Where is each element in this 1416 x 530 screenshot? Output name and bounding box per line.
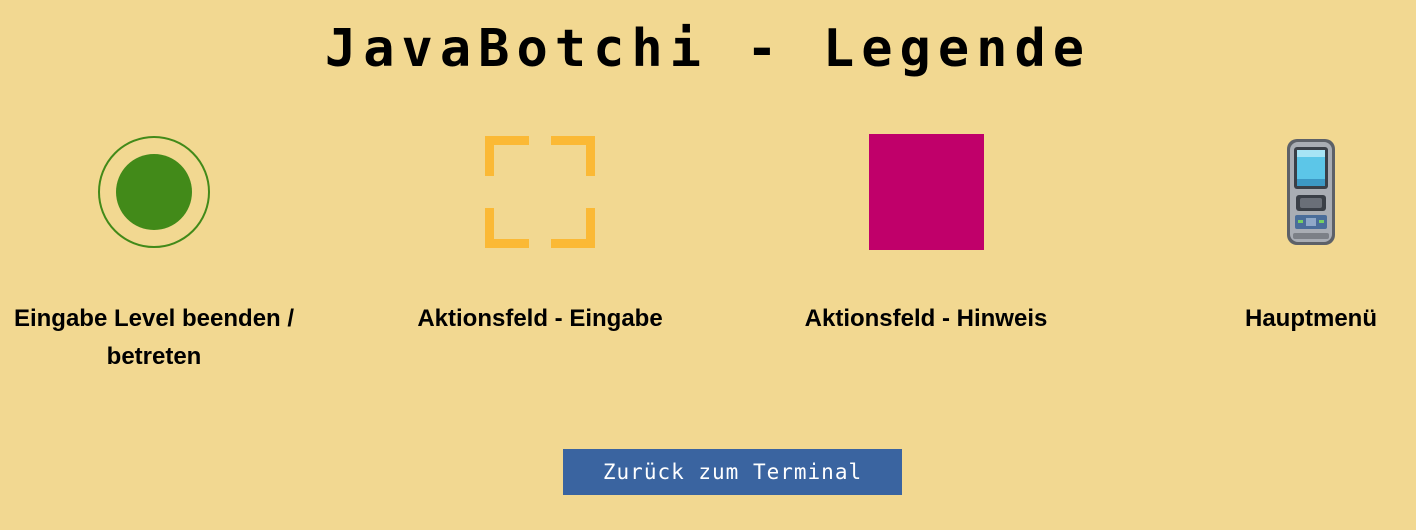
legend-item-hint-field: Aktionsfeld - Hinweis: [766, 130, 1086, 338]
input-field-brackets-icon: [380, 130, 700, 254]
hint-field-square-icon: [766, 130, 1086, 254]
legend-label: Eingabe Level beenden / betreten: [13, 305, 295, 370]
back-to-terminal-button[interactable]: Zurück zum Terminal: [563, 449, 902, 495]
legend-item-main-menu: Hauptmenü: [1151, 130, 1416, 338]
handheld-device-icon: [1151, 130, 1416, 254]
legend-item-level-exit: Eingabe Level beenden / betreten: [0, 130, 314, 376]
legend-item-input-field: Aktionsfeld - Eingabe: [380, 130, 700, 338]
legend-label: Aktionsfeld - Hinweis: [804, 305, 1048, 332]
legend-label: Hauptmenü: [1245, 305, 1377, 332]
page-title: JavaBotchi - Legende: [324, 19, 1092, 79]
legend-label: Aktionsfeld - Eingabe: [417, 305, 663, 332]
level-exit-circle-icon: [0, 130, 314, 254]
